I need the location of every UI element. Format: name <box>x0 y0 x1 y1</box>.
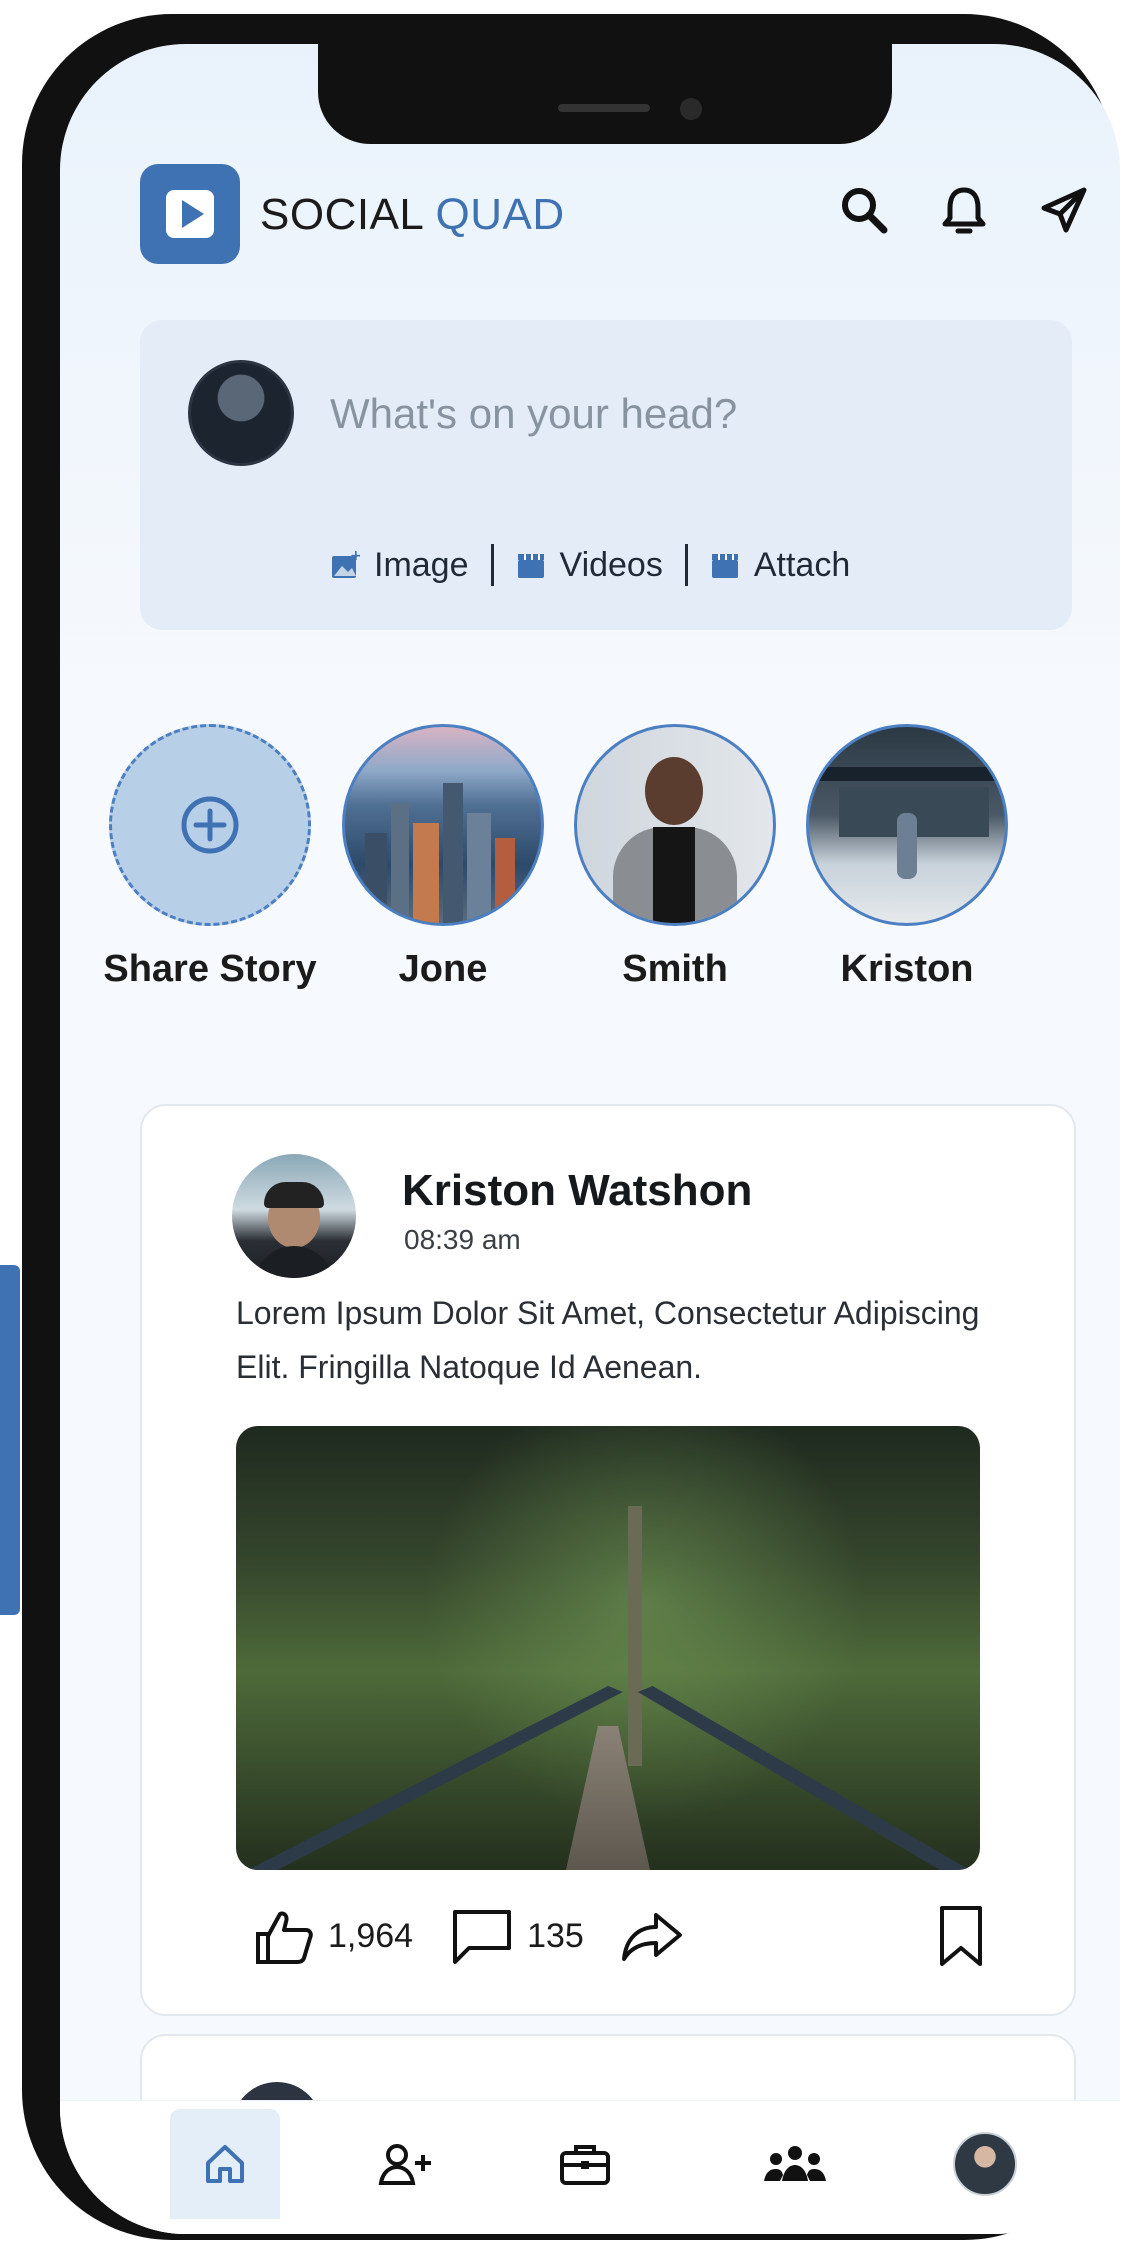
story-name: Smith <box>622 948 728 990</box>
post-time: 08:39 am <box>404 1224 521 1255</box>
side-accent-bar <box>0 1265 20 1615</box>
speaker <box>558 104 650 112</box>
story-kriston[interactable]: Kriston <box>797 724 1017 991</box>
attach-icon <box>711 554 738 578</box>
story-share[interactable]: Share Story <box>100 724 320 991</box>
story-name: Share Story <box>103 948 317 990</box>
share-icon <box>621 1913 682 1961</box>
user-avatar[interactable] <box>188 360 294 466</box>
comment-count: 135 <box>527 1916 584 1955</box>
app-header: SOCIAL QUAD <box>140 164 1090 284</box>
story-name: Jone <box>398 948 488 990</box>
nav-jobs[interactable] <box>530 2109 640 2219</box>
composer-input[interactable]: What's on your head? <box>330 390 737 438</box>
composer-image-label: Image <box>374 545 469 584</box>
post-composer: What's on your head? + Image Videos Atta… <box>140 320 1072 630</box>
nav-add-friend[interactable] <box>350 2109 460 2219</box>
composer-image-button[interactable]: + Image <box>330 546 469 585</box>
post-metrics: 1,964 135 <box>252 1906 720 1966</box>
composer-attach-button[interactable]: Attach <box>710 546 850 585</box>
nav-groups[interactable] <box>740 2109 850 2219</box>
composer-videos-button[interactable]: Videos <box>516 546 663 585</box>
phone-screen: SOCIAL QUAD What's on your head? + Image… <box>60 44 1120 2234</box>
like-count: 1,964 <box>328 1916 414 1955</box>
bookmark-button[interactable] <box>938 1904 984 1973</box>
briefcase-icon <box>560 2145 610 2185</box>
post-text: Lorem Ipsum Dolor Sit Amet, Consectetur … <box>236 1295 980 1385</box>
share-button[interactable] <box>620 1909 684 1963</box>
story-thumbnail[interactable] <box>806 724 1008 926</box>
stories-row: Share Story Jone Smith Kriston <box>100 724 1120 1044</box>
post-card: Kriston Watshon 08:39 am Lorem Ipsum Dol… <box>140 1104 1076 2016</box>
composer-attach-label: Attach <box>753 545 851 584</box>
like-button[interactable]: 1,964 <box>252 1906 413 1966</box>
post-author-avatar[interactable] <box>232 1154 356 1278</box>
header-actions <box>838 184 1090 236</box>
divider <box>684 544 688 586</box>
app-title-accent: QUAD <box>435 190 565 239</box>
image-icon: + <box>332 550 360 578</box>
groups-icon <box>764 2146 826 2181</box>
front-camera <box>680 98 702 120</box>
home-icon <box>206 2145 244 2183</box>
search-icon[interactable] <box>838 184 890 236</box>
plus-circle-icon <box>181 796 239 854</box>
story-jone[interactable]: Jone <box>333 724 553 991</box>
nav-profile[interactable] <box>930 2109 1040 2219</box>
share-story-button[interactable] <box>109 724 311 926</box>
phone-frame: SOCIAL QUAD What's on your head? + Image… <box>22 14 1120 2240</box>
story-name: Kriston <box>840 948 974 990</box>
app-logo-icon <box>140 164 240 264</box>
story-thumbnail[interactable] <box>342 724 544 926</box>
comment-button[interactable]: 135 <box>449 1906 584 1966</box>
story-thumbnail[interactable] <box>574 724 776 926</box>
story-smith[interactable]: Smith <box>565 724 785 991</box>
add-friend-icon <box>378 2144 431 2185</box>
comment-icon <box>453 1910 512 1964</box>
bell-icon[interactable] <box>938 184 990 236</box>
send-icon[interactable] <box>1038 184 1090 236</box>
bookmark-icon <box>940 1906 982 1966</box>
svg-text:+: + <box>350 550 360 564</box>
bottom-navigation <box>60 2100 1120 2234</box>
post-image[interactable] <box>236 1426 980 1870</box>
app-title: SOCIAL QUAD <box>260 190 565 240</box>
app-title-primary: SOCIAL <box>260 190 423 239</box>
video-icon <box>517 554 544 578</box>
profile-avatar <box>953 2132 1017 2196</box>
composer-videos-label: Videos <box>559 545 663 584</box>
notch <box>318 44 892 144</box>
post-author-name[interactable]: Kriston Watshon <box>402 1166 752 1216</box>
composer-actions: + Image Videos Attach <box>330 544 850 586</box>
nav-home[interactable] <box>170 2109 280 2219</box>
divider <box>490 544 494 586</box>
thumbs-up-icon <box>256 1911 313 1964</box>
